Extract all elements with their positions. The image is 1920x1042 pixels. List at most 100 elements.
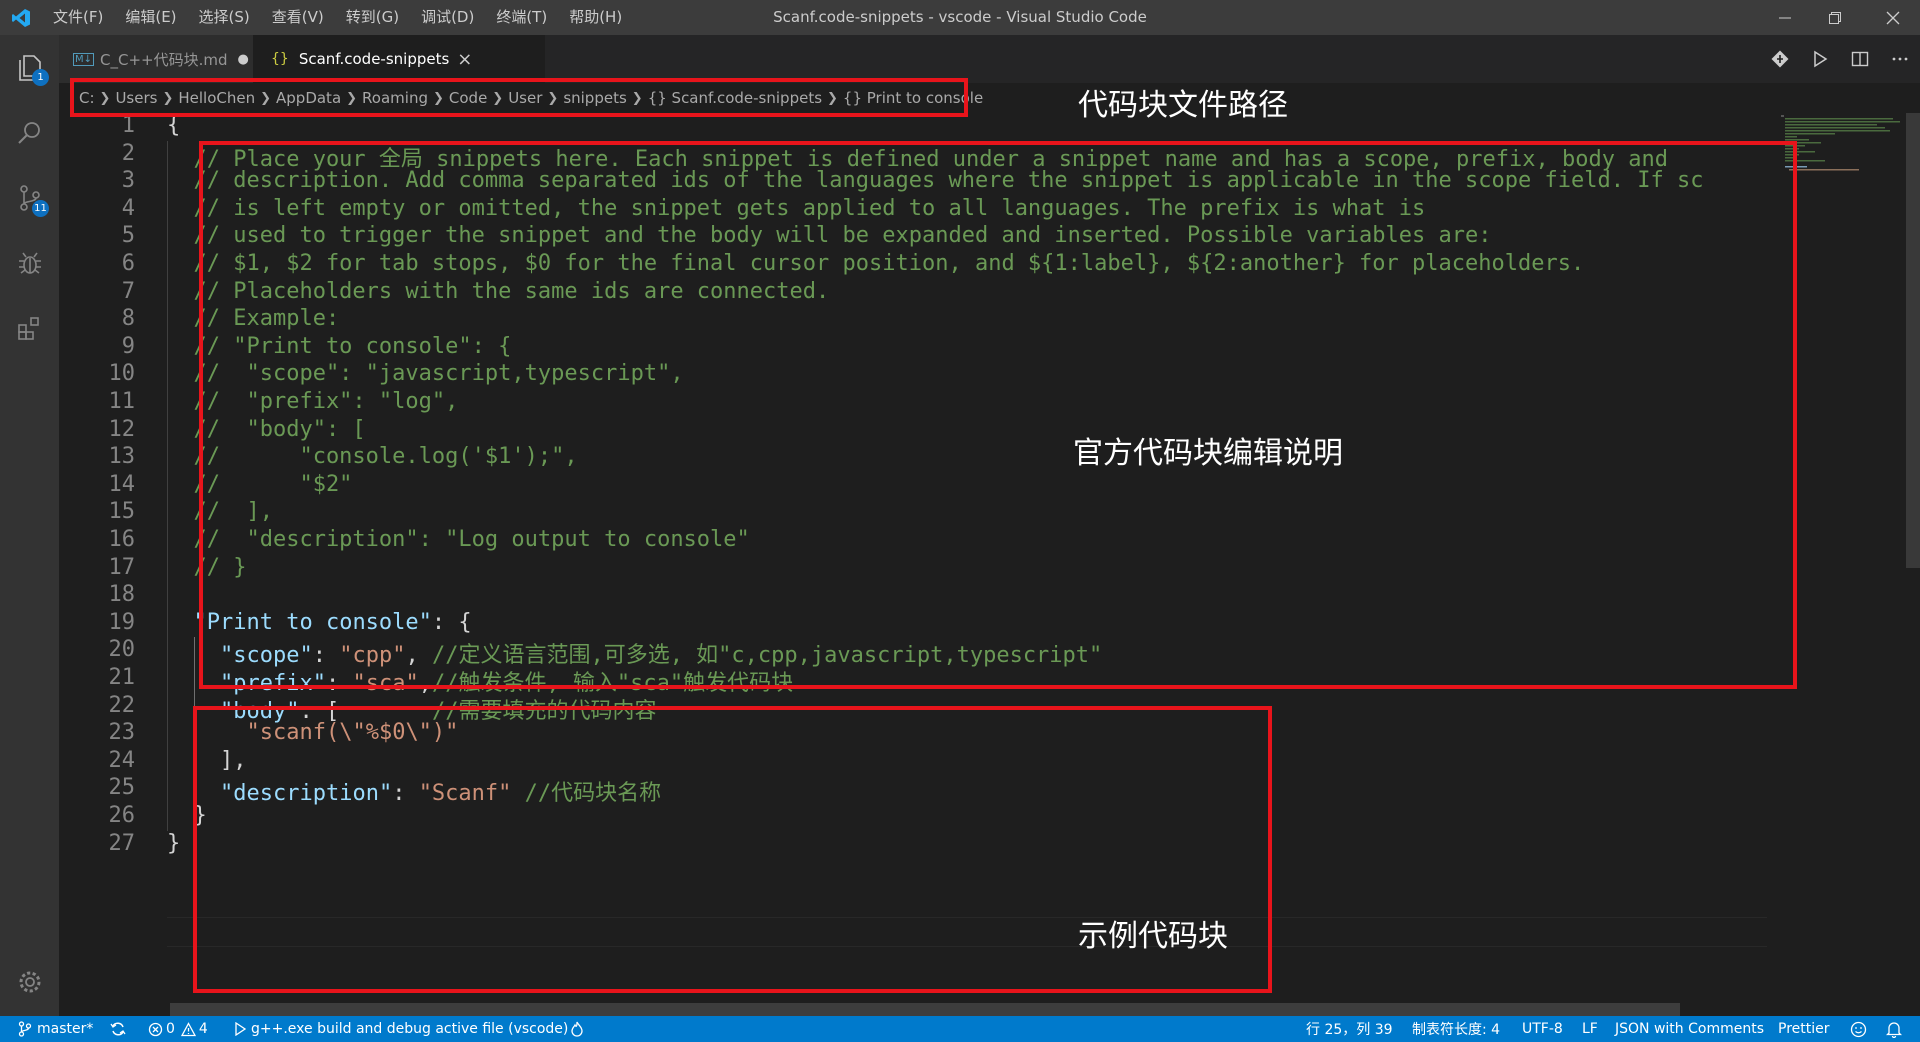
settings-button[interactable]	[0, 952, 59, 1012]
warning-icon	[180, 1021, 196, 1036]
gear-icon	[19, 971, 40, 993]
vertical-scrollbar-thumb[interactable]	[1906, 113, 1920, 568]
formatter[interactable]: Prettier	[1778, 1016, 1830, 1042]
line-number: 22	[108, 692, 136, 718]
minimize-icon	[1779, 17, 1791, 18]
line-number: 2	[121, 140, 135, 166]
path-annotation-label: 代码块文件路径	[1078, 88, 1288, 123]
line-number: 14	[108, 471, 136, 497]
status-bar: master* 0 4 g++.exe build and debug acti…	[0, 1016, 1920, 1042]
tab-bar: M↓ C_C++代码块.md ● {} Scanf.code-snippets …	[59, 35, 1920, 83]
menu-terminal[interactable]: 终端(T)	[485, 0, 558, 35]
close-window-button[interactable]	[1870, 0, 1916, 35]
git-branch-icon	[18, 1021, 32, 1037]
ellipsis-icon	[1892, 57, 1908, 61]
git-compare-icon	[1771, 50, 1789, 68]
split-editor-button[interactable]	[1840, 39, 1880, 79]
line-number: 26	[108, 803, 136, 828]
line-number: 16	[108, 527, 136, 552]
tab-close-icon[interactable]: ×	[457, 49, 472, 70]
warning-count: 4	[198, 1021, 208, 1037]
line-number: 15	[108, 499, 136, 525]
source-control-button[interactable]: 11	[0, 168, 59, 228]
cursor-position[interactable]: 行 25，列 39	[1306, 1016, 1393, 1042]
title-bar: 文件(F) 编辑(E) 选择(S) 查看(V) 转到(G) 调试(D) 终端(T…	[0, 0, 1920, 35]
menu-bar: 文件(F) 编辑(E) 选择(S) 查看(V) 转到(G) 调试(D) 终端(T…	[42, 0, 633, 35]
line-number: 25	[108, 775, 136, 801]
modified-dot-icon[interactable]: ●	[238, 52, 249, 67]
debug-view-button[interactable]	[0, 233, 59, 293]
activity-bar: 1 11	[0, 35, 59, 1016]
minimize-button[interactable]	[1762, 0, 1808, 35]
line-number: 18	[108, 582, 136, 608]
line-number: 10	[108, 361, 136, 387]
line-number: 8	[121, 306, 135, 332]
split-editor-icon	[1851, 51, 1869, 67]
line-number: 27	[108, 830, 136, 856]
sync-icon	[110, 1022, 126, 1036]
play-icon	[235, 1022, 246, 1036]
restore-icon	[1829, 11, 1841, 24]
run-button[interactable]	[1800, 39, 1840, 79]
line-number: 5	[121, 223, 135, 249]
tab-label: Scanf.code-snippets	[298, 50, 450, 68]
line-number: 21	[108, 665, 136, 690]
encoding[interactable]: UTF-8	[1522, 1016, 1563, 1042]
line-number: 3	[121, 168, 135, 194]
markdown-icon: M↓	[73, 52, 95, 66]
feedback-button[interactable]	[1850, 1016, 1867, 1042]
line-number: 13	[108, 444, 136, 470]
search-view-button[interactable]	[0, 103, 59, 163]
indent-guide	[167, 140, 168, 831]
tab-snippets-file[interactable]: {} Scanf.code-snippets ×	[253, 35, 545, 83]
smiley-icon	[1850, 1021, 1867, 1037]
run-task-button[interactable]: g++.exe build and debug active file (vsc…	[234, 1016, 568, 1042]
bell-icon	[1886, 1021, 1902, 1038]
search-icon	[17, 122, 40, 144]
notifications-button[interactable]	[1886, 1016, 1902, 1042]
json-braces-icon: {}	[271, 51, 289, 67]
menu-debug[interactable]: 调试(D)	[410, 0, 485, 35]
restore-button[interactable]	[1812, 0, 1858, 35]
official-annotation-box	[199, 141, 1797, 689]
scm-badge: 11	[32, 200, 49, 217]
line-number: 11	[108, 389, 136, 414]
minimap-preview	[1781, 115, 1900, 171]
menu-file[interactable]: 文件(F)	[42, 0, 114, 35]
menu-view[interactable]: 查看(V)	[261, 0, 335, 35]
horizontal-scrollbar-thumb[interactable]	[170, 1003, 1680, 1016]
more-actions-button[interactable]	[1880, 39, 1920, 79]
language-mode[interactable]: JSON with Comments	[1615, 1016, 1764, 1042]
tab-markdown-file[interactable]: M↓ C_C++代码块.md ●	[59, 35, 253, 83]
editor-actions	[1760, 35, 1920, 83]
task-label: g++.exe build and debug active file (vsc…	[251, 1021, 569, 1037]
menu-help[interactable]: 帮助(H)	[558, 0, 633, 35]
sync-button[interactable]	[110, 1016, 126, 1042]
path-annotation-box	[70, 78, 968, 117]
line-number: 4	[121, 195, 135, 221]
line-number: 24	[108, 747, 136, 773]
extensions-button[interactable]	[0, 298, 59, 358]
official-annotation-label: 官方代码块编辑说明	[1073, 436, 1343, 471]
flame-button[interactable]	[570, 1016, 584, 1042]
menu-selection[interactable]: 选择(S)	[188, 0, 261, 35]
example-annotation-label: 示例代码块	[1078, 919, 1228, 954]
end-of-line[interactable]: LF	[1582, 1016, 1598, 1042]
menu-edit[interactable]: 编辑(E)	[114, 0, 187, 35]
explorer-button[interactable]: 1	[0, 37, 59, 97]
line-number: 17	[108, 554, 136, 580]
minimap[interactable]	[1779, 113, 1904, 1016]
line-number: 7	[121, 278, 135, 304]
indentation[interactable]: 制表符长度: 4	[1412, 1016, 1500, 1042]
line-number: 19	[108, 609, 136, 635]
extensions-icon	[17, 317, 39, 340]
tab-label: C_C++代码块.md	[100, 50, 228, 69]
menu-goto[interactable]: 转到(G)	[335, 0, 410, 35]
error-count: 0	[166, 1021, 175, 1037]
branch-name: master*	[37, 1021, 94, 1037]
open-changes-button[interactable]	[1760, 39, 1800, 79]
explorer-badge: 1	[32, 69, 49, 86]
flame-icon	[571, 1021, 583, 1037]
branch-indicator[interactable]: master*	[18, 1016, 93, 1042]
problems-indicator[interactable]: 0 4	[148, 1016, 208, 1042]
